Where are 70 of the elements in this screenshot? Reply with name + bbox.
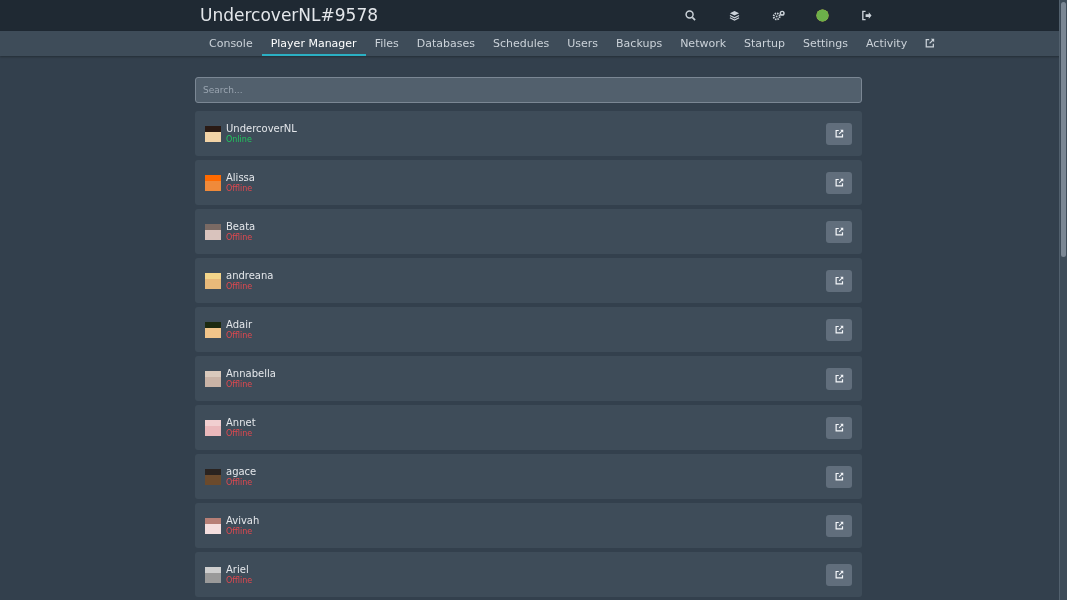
nav-tab[interactable]: Startup	[735, 31, 794, 56]
nav-tab[interactable]: Schedules	[484, 31, 559, 56]
search-icon	[684, 10, 696, 21]
nav-tab[interactable]: Databases	[407, 31, 484, 56]
nav-tab[interactable]: Backups	[607, 31, 672, 56]
search-field[interactable]: Search...	[195, 77, 862, 103]
player-name: Adair	[226, 318, 253, 331]
edit-icon	[834, 423, 844, 432]
nav-tab[interactable]: Network	[671, 31, 736, 56]
player-name: Avivah	[226, 514, 260, 527]
edit-icon	[834, 276, 844, 285]
player-status: Offline	[226, 477, 254, 488]
player-status: Offline	[226, 379, 254, 390]
avatar-icon	[205, 370, 221, 387]
edit-icon	[834, 325, 844, 334]
player-status: Offline	[226, 330, 253, 341]
player-name: Annabella	[226, 367, 276, 380]
avatar-icon	[205, 566, 221, 583]
external-link-icon	[925, 37, 936, 48]
edit-button[interactable]	[826, 367, 852, 390]
player-name: Alissa	[226, 171, 255, 184]
avatar-icon	[205, 517, 221, 534]
edit-icon	[834, 472, 844, 481]
nav-tab[interactable]: Console	[200, 31, 262, 56]
nav-tab[interactable]: Users	[558, 31, 608, 56]
avatar-icon	[205, 223, 221, 240]
player-status: Offline	[226, 428, 254, 439]
edit-button[interactable]	[826, 465, 852, 488]
avatar-icon	[205, 419, 221, 436]
player-status: Offline	[226, 281, 254, 292]
player-name: andreana	[226, 269, 274, 282]
nav-tab[interactable]: Activity	[857, 31, 917, 56]
player-name: Ariel	[226, 563, 250, 576]
edit-icon	[834, 374, 844, 383]
player-name: agace	[226, 465, 257, 478]
edit-icon	[834, 521, 844, 530]
gears-icon	[771, 10, 785, 21]
server-title: UndercoverNL#9578	[200, 5, 379, 26]
nav-tab[interactable]: Player Manager	[261, 31, 366, 56]
avatar-icon	[205, 125, 221, 142]
nav-tab[interactable]: Settings	[793, 31, 858, 56]
player-status: Online	[226, 134, 253, 145]
avatar-icon	[205, 272, 221, 289]
player-status: Offline	[226, 575, 253, 586]
edit-button[interactable]	[826, 171, 852, 194]
edit-button[interactable]	[826, 269, 852, 292]
logout-icon	[860, 10, 872, 21]
edit-button[interactable]	[826, 514, 852, 537]
edit-icon	[834, 570, 844, 579]
nav-tab[interactable]: Files	[365, 31, 408, 56]
player-name: Beata	[226, 220, 256, 233]
layers-icon	[728, 10, 740, 21]
edit-button[interactable]	[826, 220, 852, 243]
player-name: UndercoverNL	[226, 122, 297, 135]
edit-button[interactable]	[826, 563, 852, 586]
edit-button[interactable]	[826, 122, 852, 145]
player-name: Annet	[226, 416, 256, 429]
edit-icon	[834, 227, 844, 236]
player-status: Offline	[226, 183, 254, 194]
avatar-icon	[205, 174, 221, 191]
edit-icon	[834, 178, 844, 187]
edit-button[interactable]	[826, 318, 852, 341]
avatar-icon	[815, 9, 829, 22]
player-status: Offline	[226, 526, 254, 537]
player-status: Offline	[226, 232, 254, 243]
edit-button[interactable]	[826, 416, 852, 439]
scrollbar[interactable]	[1059, 0, 1067, 600]
edit-icon	[834, 129, 844, 138]
avatar-icon	[205, 321, 221, 338]
avatar-icon	[205, 468, 221, 485]
